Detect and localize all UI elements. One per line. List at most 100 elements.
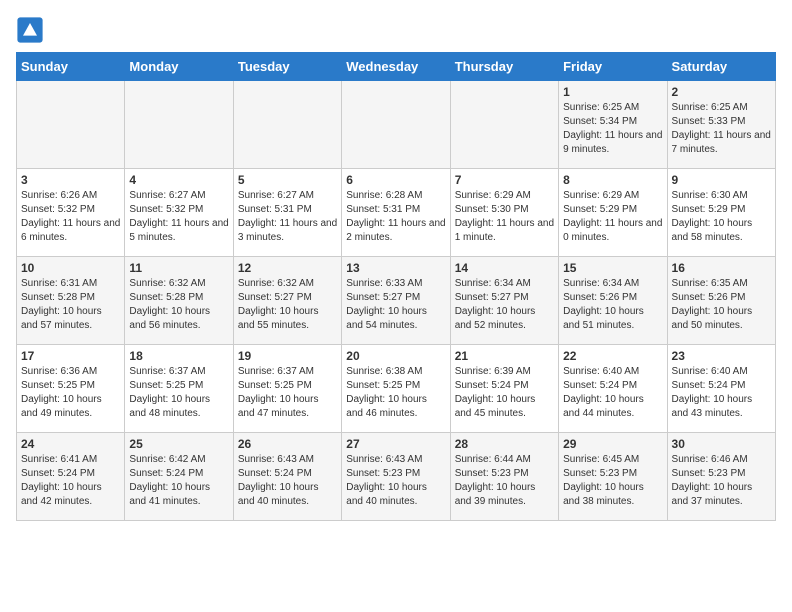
calendar-cell: 9 Sunrise: 6:30 AM Sunset: 5:29 PM Daylig… bbox=[667, 169, 775, 257]
calendar-cell: 29 Sunrise: 6:45 AM Sunset: 5:23 PM Dayli… bbox=[559, 433, 667, 521]
day-number: 4 bbox=[129, 173, 228, 187]
day-number: 25 bbox=[129, 437, 228, 451]
day-info: Sunrise: 6:28 AM Sunset: 5:31 PM Dayligh… bbox=[346, 189, 445, 245]
day-number: 11 bbox=[129, 261, 228, 275]
day-number: 15 bbox=[563, 261, 662, 275]
day-header-saturday: Saturday bbox=[667, 53, 775, 81]
day-header-friday: Friday bbox=[559, 53, 667, 81]
day-info: Sunrise: 6:46 AM Sunset: 5:23 PM Dayligh… bbox=[672, 453, 771, 509]
calendar-cell: 22 Sunrise: 6:40 AM Sunset: 5:24 PM Dayli… bbox=[559, 345, 667, 433]
day-number: 1 bbox=[563, 85, 662, 99]
calendar-cell: 15 Sunrise: 6:34 AM Sunset: 5:26 PM Dayli… bbox=[559, 257, 667, 345]
day-info: Sunrise: 6:27 AM Sunset: 5:32 PM Dayligh… bbox=[129, 189, 228, 245]
day-number: 2 bbox=[672, 85, 771, 99]
day-info: Sunrise: 6:32 AM Sunset: 5:28 PM Dayligh… bbox=[129, 277, 228, 333]
day-info: Sunrise: 6:43 AM Sunset: 5:24 PM Dayligh… bbox=[238, 453, 337, 509]
logo bbox=[16, 16, 48, 44]
day-info: Sunrise: 6:40 AM Sunset: 5:24 PM Dayligh… bbox=[563, 365, 662, 421]
calendar-cell: 19 Sunrise: 6:37 AM Sunset: 5:25 PM Dayli… bbox=[233, 345, 341, 433]
calendar-cell: 23 Sunrise: 6:40 AM Sunset: 5:24 PM Dayli… bbox=[667, 345, 775, 433]
day-info: Sunrise: 6:25 AM Sunset: 5:33 PM Dayligh… bbox=[672, 101, 771, 157]
day-number: 16 bbox=[672, 261, 771, 275]
calendar-cell: 28 Sunrise: 6:44 AM Sunset: 5:23 PM Dayli… bbox=[450, 433, 558, 521]
day-header-thursday: Thursday bbox=[450, 53, 558, 81]
day-number: 18 bbox=[129, 349, 228, 363]
day-number: 9 bbox=[672, 173, 771, 187]
day-header-monday: Monday bbox=[125, 53, 233, 81]
day-number: 22 bbox=[563, 349, 662, 363]
day-info: Sunrise: 6:25 AM Sunset: 5:34 PM Dayligh… bbox=[563, 101, 662, 157]
calendar-cell: 26 Sunrise: 6:43 AM Sunset: 5:24 PM Dayli… bbox=[233, 433, 341, 521]
day-number: 13 bbox=[346, 261, 445, 275]
calendar-cell: 3 Sunrise: 6:26 AM Sunset: 5:32 PM Daylig… bbox=[17, 169, 125, 257]
calendar-cell bbox=[342, 81, 450, 169]
calendar-cell: 13 Sunrise: 6:33 AM Sunset: 5:27 PM Dayli… bbox=[342, 257, 450, 345]
calendar-cell: 2 Sunrise: 6:25 AM Sunset: 5:33 PM Daylig… bbox=[667, 81, 775, 169]
day-number: 10 bbox=[21, 261, 120, 275]
day-number: 7 bbox=[455, 173, 554, 187]
day-info: Sunrise: 6:39 AM Sunset: 5:24 PM Dayligh… bbox=[455, 365, 554, 421]
day-number: 26 bbox=[238, 437, 337, 451]
day-info: Sunrise: 6:37 AM Sunset: 5:25 PM Dayligh… bbox=[129, 365, 228, 421]
day-info: Sunrise: 6:42 AM Sunset: 5:24 PM Dayligh… bbox=[129, 453, 228, 509]
day-info: Sunrise: 6:30 AM Sunset: 5:29 PM Dayligh… bbox=[672, 189, 771, 245]
day-info: Sunrise: 6:34 AM Sunset: 5:27 PM Dayligh… bbox=[455, 277, 554, 333]
calendar-cell: 27 Sunrise: 6:43 AM Sunset: 5:23 PM Dayli… bbox=[342, 433, 450, 521]
calendar-cell: 10 Sunrise: 6:31 AM Sunset: 5:28 PM Dayli… bbox=[17, 257, 125, 345]
calendar-cell: 17Sunrise: 6:36 AM Sunset: 5:25 PM Dayli… bbox=[17, 345, 125, 433]
day-info: Sunrise: 6:44 AM Sunset: 5:23 PM Dayligh… bbox=[455, 453, 554, 509]
calendar-cell bbox=[125, 81, 233, 169]
calendar-cell: 5 Sunrise: 6:27 AM Sunset: 5:31 PM Daylig… bbox=[233, 169, 341, 257]
calendar-cell bbox=[17, 81, 125, 169]
calendar-cell: 1 Sunrise: 6:25 AM Sunset: 5:34 PM Daylig… bbox=[559, 81, 667, 169]
day-number: 3 bbox=[21, 173, 120, 187]
day-number: 12 bbox=[238, 261, 337, 275]
calendar-cell: 30Sunrise: 6:46 AM Sunset: 5:23 PM Dayli… bbox=[667, 433, 775, 521]
day-number: 23 bbox=[672, 349, 771, 363]
day-info: Sunrise: 6:37 AM Sunset: 5:25 PM Dayligh… bbox=[238, 365, 337, 421]
calendar-cell bbox=[450, 81, 558, 169]
day-header-wednesday: Wednesday bbox=[342, 53, 450, 81]
day-info: Sunrise: 6:36 AM Sunset: 5:25 PM Dayligh… bbox=[21, 365, 120, 421]
day-info: Sunrise: 6:40 AM Sunset: 5:24 PM Dayligh… bbox=[672, 365, 771, 421]
day-number: 27 bbox=[346, 437, 445, 451]
day-info: Sunrise: 6:33 AM Sunset: 5:27 PM Dayligh… bbox=[346, 277, 445, 333]
day-number: 21 bbox=[455, 349, 554, 363]
day-header-sunday: Sunday bbox=[17, 53, 125, 81]
day-number: 5 bbox=[238, 173, 337, 187]
day-header-tuesday: Tuesday bbox=[233, 53, 341, 81]
calendar-cell: 6 Sunrise: 6:28 AM Sunset: 5:31 PM Daylig… bbox=[342, 169, 450, 257]
day-info: Sunrise: 6:29 AM Sunset: 5:29 PM Dayligh… bbox=[563, 189, 662, 245]
calendar-cell: 12 Sunrise: 6:32 AM Sunset: 5:27 PM Dayli… bbox=[233, 257, 341, 345]
day-info: Sunrise: 6:35 AM Sunset: 5:26 PM Dayligh… bbox=[672, 277, 771, 333]
day-info: Sunrise: 6:26 AM Sunset: 5:32 PM Dayligh… bbox=[21, 189, 120, 245]
day-info: Sunrise: 6:41 AM Sunset: 5:24 PM Dayligh… bbox=[21, 453, 120, 509]
day-info: Sunrise: 6:27 AM Sunset: 5:31 PM Dayligh… bbox=[238, 189, 337, 245]
calendar-cell: 21 Sunrise: 6:39 AM Sunset: 5:24 PM Dayli… bbox=[450, 345, 558, 433]
day-info: Sunrise: 6:45 AM Sunset: 5:23 PM Dayligh… bbox=[563, 453, 662, 509]
day-info: Sunrise: 6:34 AM Sunset: 5:26 PM Dayligh… bbox=[563, 277, 662, 333]
logo-icon bbox=[16, 16, 44, 44]
calendar-cell: 18 Sunrise: 6:37 AM Sunset: 5:25 PM Dayli… bbox=[125, 345, 233, 433]
day-info: Sunrise: 6:43 AM Sunset: 5:23 PM Dayligh… bbox=[346, 453, 445, 509]
day-info: Sunrise: 6:31 AM Sunset: 5:28 PM Dayligh… bbox=[21, 277, 120, 333]
page-header bbox=[16, 16, 776, 44]
calendar-cell: 20 Sunrise: 6:38 AM Sunset: 5:25 PM Dayli… bbox=[342, 345, 450, 433]
day-number: 14 bbox=[455, 261, 554, 275]
calendar-cell: 11 Sunrise: 6:32 AM Sunset: 5:28 PM Dayli… bbox=[125, 257, 233, 345]
calendar-cell: 7 Sunrise: 6:29 AM Sunset: 5:30 PM Daylig… bbox=[450, 169, 558, 257]
day-number: 29 bbox=[563, 437, 662, 451]
day-number: 8 bbox=[563, 173, 662, 187]
calendar-cell: 16 Sunrise: 6:35 AM Sunset: 5:26 PM Dayli… bbox=[667, 257, 775, 345]
day-number: 6 bbox=[346, 173, 445, 187]
day-number: 28 bbox=[455, 437, 554, 451]
day-info: Sunrise: 6:38 AM Sunset: 5:25 PM Dayligh… bbox=[346, 365, 445, 421]
calendar-cell: 25 Sunrise: 6:42 AM Sunset: 5:24 PM Dayli… bbox=[125, 433, 233, 521]
day-number: 19 bbox=[238, 349, 337, 363]
day-number: 24 bbox=[21, 437, 120, 451]
day-info: Sunrise: 6:29 AM Sunset: 5:30 PM Dayligh… bbox=[455, 189, 554, 245]
calendar-cell: 14 Sunrise: 6:34 AM Sunset: 5:27 PM Dayli… bbox=[450, 257, 558, 345]
day-info: Sunrise: 6:32 AM Sunset: 5:27 PM Dayligh… bbox=[238, 277, 337, 333]
calendar-cell: 8 Sunrise: 6:29 AM Sunset: 5:29 PM Daylig… bbox=[559, 169, 667, 257]
day-number: 20 bbox=[346, 349, 445, 363]
